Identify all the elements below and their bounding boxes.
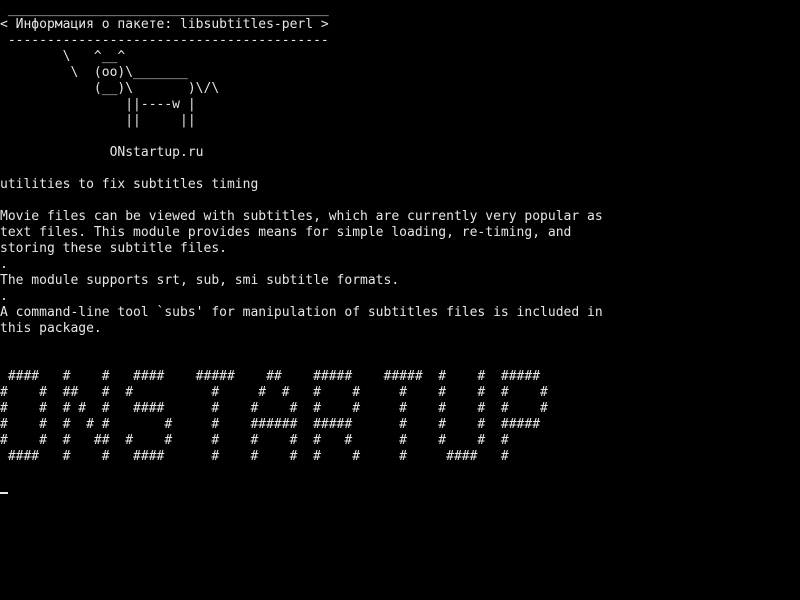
cow-art-line: (__)\ )\/\ bbox=[0, 81, 220, 96]
cow-art-line: \ ^__^ bbox=[0, 49, 126, 64]
speech-bubble-top-border: ________________________________________… bbox=[0, 2, 329, 17]
description-line: The module supports srt, sub, smi subtit… bbox=[0, 273, 400, 288]
description-line: . bbox=[0, 257, 8, 272]
cow-art-line: ||----w | bbox=[0, 97, 196, 112]
banner-line: # # ## # # # # # # # # # # # # bbox=[0, 385, 548, 400]
description-line: this package. bbox=[0, 321, 102, 336]
package-summary: utilities to fix subtitles timing bbox=[0, 177, 259, 192]
speech-bubble-text: < Информация о пакете: libsubtitles-perl… bbox=[0, 17, 329, 32]
description-line: A command-line tool `subs' for manipulat… bbox=[0, 305, 603, 320]
description-line: text files. This module provides means f… bbox=[0, 225, 572, 240]
banner-line: # # # # # # # ###### ##### # # # ##### bbox=[0, 417, 541, 432]
site-label: ONstartup.ru bbox=[0, 145, 204, 160]
banner-line: #### # # #### ##### ## ##### ##### # # #… bbox=[0, 369, 541, 384]
cow-art-line: || || bbox=[0, 113, 196, 128]
banner-line: # # # ## # # # # # # # # # # # bbox=[0, 433, 509, 448]
description-line: Movie files can be viewed with subtitles… bbox=[0, 209, 603, 224]
terminal-screen[interactable]: ________________________________________… bbox=[0, 0, 800, 600]
cow-art-line: \ (oo)\_______ bbox=[0, 65, 188, 80]
text-cursor bbox=[0, 492, 8, 494]
banner-line: #### # # #### # # # # # # #### # bbox=[0, 449, 509, 464]
description-line: storing these subtitle files. bbox=[0, 241, 227, 256]
description-line: . bbox=[0, 289, 8, 304]
speech-bubble-bottom-border: ----------------------------------------… bbox=[0, 33, 329, 48]
banner-line: # # # # # #### # # # # # # # # # # bbox=[0, 401, 548, 416]
